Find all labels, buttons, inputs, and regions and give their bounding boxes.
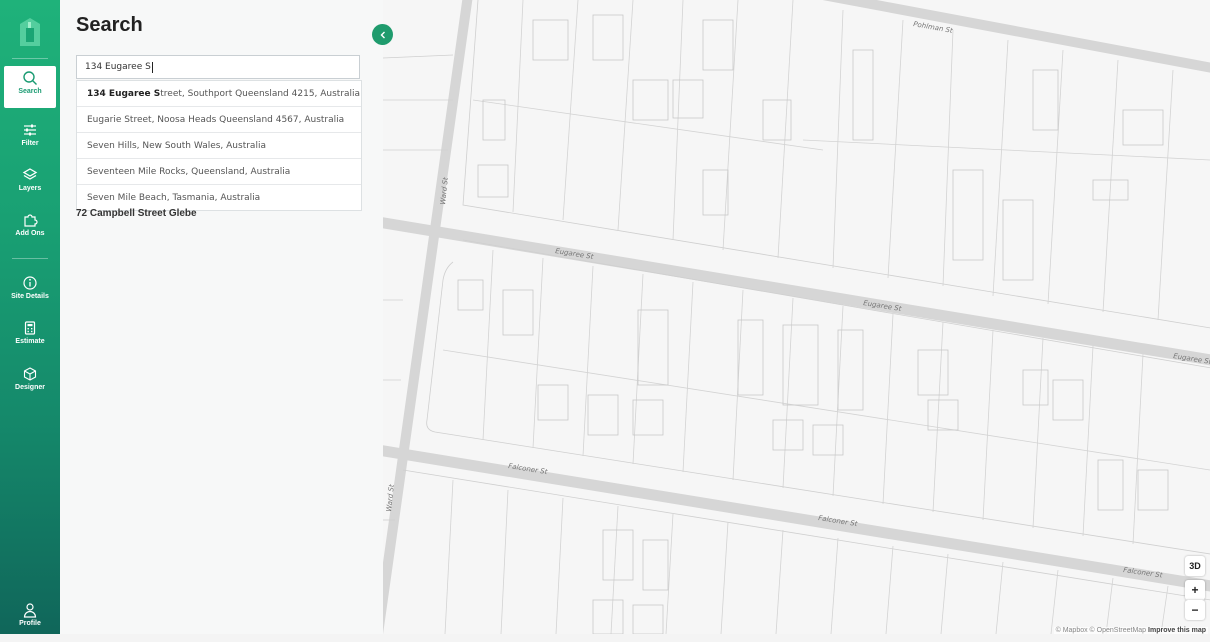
- search-input[interactable]: 134 Eugaree S: [76, 55, 360, 79]
- sidebar-item-filter[interactable]: Filter: [2, 122, 58, 162]
- suggestion-text: Seven Mile Beach, Tasmania, Australia: [87, 192, 261, 203]
- sidebar-item-label: Profile: [19, 620, 41, 627]
- search-panel: Search 134 Eugaree S 134 Eugaree Street,…: [60, 0, 383, 634]
- suggestion-text: Seven Hills, New South Wales, Australia: [87, 140, 266, 151]
- map-layer: Pohlman St Ward St Ward St Eugaree St Eu…: [383, 0, 1210, 634]
- panel-title: Search: [76, 14, 143, 36]
- suggestion-item[interactable]: Seventeen Mile Rocks, Queensland, Austra…: [77, 159, 361, 185]
- suggestion-text: Seventeen Mile Rocks, Queensland, Austra…: [87, 166, 291, 177]
- search-icon: [23, 71, 37, 85]
- cube-icon: [23, 367, 37, 381]
- sidebar-item-label: Designer: [15, 384, 45, 391]
- sidebar-item-site-details[interactable]: Site Details: [2, 275, 58, 315]
- map-attribution: © Mapbox © OpenStreetMap Improve this ma…: [1053, 627, 1208, 634]
- info-icon: [23, 276, 37, 290]
- improve-map-link[interactable]: Improve this map: [1148, 627, 1206, 634]
- sidebar-item-designer[interactable]: Designer: [2, 366, 58, 406]
- suggestion-match: 134 Eugaree S: [87, 88, 161, 99]
- sidebar-item-layers[interactable]: Layers: [2, 167, 58, 207]
- map-canvas[interactable]: Pohlman St Ward St Ward St Eugaree St Eu…: [383, 0, 1210, 634]
- suggestion-item[interactable]: 134 Eugaree Street, Southport Queensland…: [77, 81, 361, 107]
- collapse-panel-button[interactable]: [372, 24, 393, 45]
- sliders-icon: [24, 124, 36, 136]
- suggestion-item[interactable]: Seven Hills, New South Wales, Australia: [77, 133, 361, 159]
- zoom-in-button[interactable]: +: [1185, 580, 1205, 600]
- search-input-value: 134 Eugaree S: [85, 62, 151, 72]
- 3d-toggle-button[interactable]: 3D: [1185, 556, 1205, 576]
- sidebar-item-label: Site Details: [11, 293, 49, 300]
- zoom-out-button[interactable]: −: [1185, 600, 1205, 620]
- sidebar: Search Filter Layers Add Ons Site Detail…: [0, 0, 60, 634]
- suggestion-item[interactable]: Seven Mile Beach, Tasmania, Australia: [77, 185, 361, 210]
- suggestion-item[interactable]: Eugarie Street, Noosa Heads Queensland 4…: [77, 107, 361, 133]
- layers-icon: [22, 168, 38, 180]
- puzzle-icon: [24, 214, 38, 227]
- sidebar-item-label: Filter: [21, 140, 39, 147]
- sidebar-divider: [12, 58, 48, 59]
- sidebar-item-profile[interactable]: Profile: [2, 602, 58, 642]
- sidebar-item-add-ons[interactable]: Add Ons: [2, 212, 58, 252]
- sidebar-item-label: Layers: [18, 185, 42, 192]
- street-label-ward: Ward St: [439, 177, 450, 206]
- chevron-left-icon: [380, 31, 385, 38]
- app-logo: [20, 18, 40, 46]
- sidebar-item-search[interactable]: Search: [4, 66, 56, 108]
- sidebar-item-estimate[interactable]: Estimate: [2, 320, 58, 360]
- sidebar-item-label: Search: [18, 88, 42, 95]
- sidebar-item-label: Add Ons: [15, 230, 45, 237]
- recent-search-item[interactable]: 72 Campbell Street Glebe: [76, 208, 197, 219]
- sidebar-item-label: Estimate: [15, 338, 45, 345]
- calculator-icon: [24, 321, 36, 335]
- suggestion-text: Eugarie Street, Noosa Heads Queensland 4…: [87, 114, 345, 125]
- attribution-text: © Mapbox © OpenStreetMap: [1055, 627, 1147, 634]
- suggestion-text: treet, Southport Queensland 4215, Austra…: [160, 88, 361, 99]
- user-icon: [23, 603, 37, 618]
- suggestion-list: 134 Eugaree Street, Southport Queensland…: [76, 80, 362, 211]
- sidebar-divider: [12, 258, 48, 259]
